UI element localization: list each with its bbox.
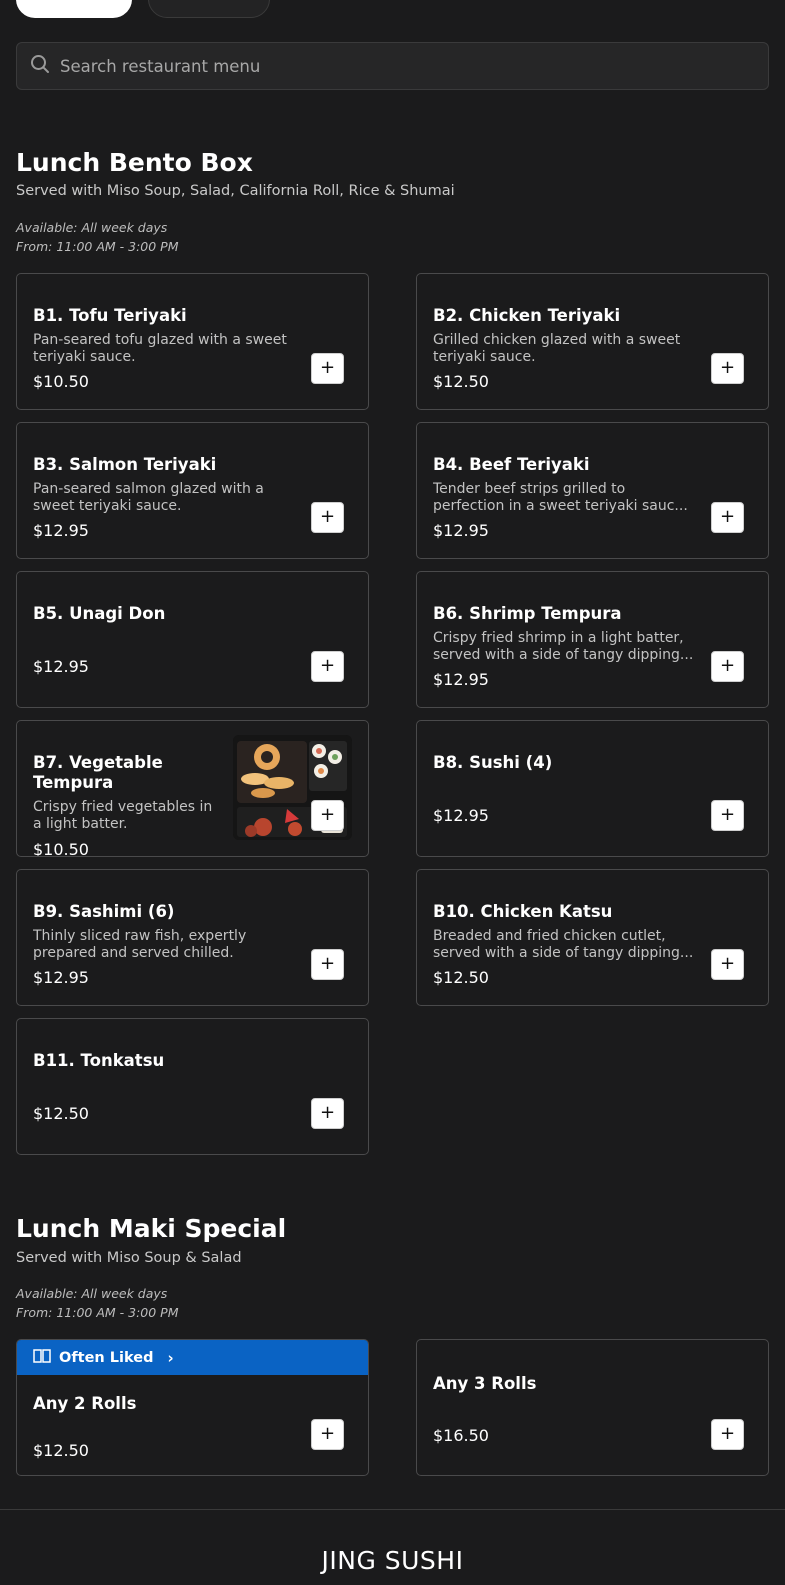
item-name: B6. Shrimp Tempura [433, 604, 622, 623]
add-button[interactable]: + [711, 651, 744, 682]
menu-item-card[interactable]: Often Liked › Any 2 Rolls $12.50 + [16, 1339, 369, 1476]
item-price: $12.50 [33, 1441, 89, 1460]
item-description: Pan-seared salmon glazed with a sweet te… [33, 481, 264, 514]
item-name: B11. Tonkatsu [33, 1051, 165, 1070]
add-button[interactable]: + [711, 1419, 744, 1450]
add-button[interactable]: + [311, 502, 344, 533]
menu-item-card[interactable]: B1. Tofu Teriyaki Pan-seared tofu glazed… [16, 273, 369, 410]
item-name: B7. Vegetable Tempura [33, 753, 163, 792]
availability-days: Available: All week days [16, 1286, 168, 1301]
item-price: $12.95 [33, 521, 89, 540]
item-description: Thinly sliced raw fish, expertly prepare… [33, 928, 247, 961]
item-description: Crispy fried vegetables in a light batte… [33, 799, 213, 832]
add-button[interactable]: + [311, 353, 344, 384]
item-price: $10.50 [33, 840, 89, 857]
category-pills [0, 0, 785, 20]
menu-item-card[interactable]: B3. Salmon Teriyaki Pan-seared salmon gl… [16, 422, 369, 559]
menu-item-card[interactable]: B7. Vegetable Tempura Crispy fried veget… [16, 720, 369, 857]
item-name: B2. Chicken Teriyaki [433, 306, 621, 325]
item-price: $12.95 [33, 968, 89, 987]
availability-days: Available: All week days [16, 220, 168, 235]
item-name: B1. Tofu Teriyaki [33, 306, 187, 325]
menu-item-card[interactable]: B8. Sushi (4) $12.95 + [416, 720, 769, 857]
item-price: $12.95 [433, 521, 489, 540]
category-pill[interactable] [148, 0, 270, 18]
add-button[interactable]: + [311, 800, 344, 831]
often-liked-badge[interactable]: Often Liked › [17, 1340, 368, 1375]
item-description: Crispy fried shrimp in a light batter, s… [433, 630, 694, 663]
menu-item-card[interactable]: B4. Beef Teriyaki Tender beef strips gri… [416, 422, 769, 559]
item-name: Any 3 Rolls [433, 1374, 537, 1393]
search-bar[interactable]: Search restaurant menu [16, 42, 769, 90]
item-description: Pan-seared tofu glazed with a sweet teri… [33, 332, 287, 365]
search-input[interactable]: Search restaurant menu [60, 57, 260, 76]
availability-hours: From: 11:00 AM - 3:00 PM [16, 1305, 179, 1320]
restaurant-brand: JING SUSHI [321, 1546, 464, 1575]
menu-item-card[interactable]: B6. Shrimp Tempura Crispy fried shrimp i… [416, 571, 769, 708]
item-name: B8. Sushi (4) [433, 753, 553, 772]
add-button[interactable]: + [311, 1419, 344, 1450]
add-button[interactable]: + [711, 353, 744, 384]
item-description: Grilled chicken glazed with a sweet teri… [433, 332, 681, 365]
menu-item-card[interactable]: B9. Sashimi (6) Thinly sliced raw fish, … [16, 869, 369, 1006]
item-price: $12.50 [433, 968, 489, 987]
add-button[interactable]: + [711, 949, 744, 980]
badge-label: Often Liked [59, 1349, 154, 1366]
add-button[interactable]: + [311, 651, 344, 682]
item-price: $12.50 [433, 372, 489, 391]
add-button[interactable]: + [311, 1098, 344, 1129]
chevron-right-icon: › [167, 1348, 174, 1367]
add-button[interactable]: + [711, 800, 744, 831]
item-price: $12.95 [433, 670, 489, 689]
item-description: Tender beef strips grilled to perfection… [433, 481, 688, 514]
item-name: B4. Beef Teriyaki [433, 455, 590, 474]
item-name: Any 2 Rolls [33, 1394, 137, 1413]
section-title: Lunch Bento Box [16, 148, 253, 177]
menu-item-card[interactable]: B2. Chicken Teriyaki Grilled chicken gla… [416, 273, 769, 410]
search-icon [30, 54, 50, 78]
item-name: B10. Chicken Katsu [433, 902, 613, 921]
menu-item-card[interactable]: Any 3 Rolls $16.50 + [416, 1339, 769, 1476]
item-name: B3. Salmon Teriyaki [33, 455, 217, 474]
menu-item-card[interactable]: B10. Chicken Katsu Breaded and fried chi… [416, 869, 769, 1006]
item-name: B5. Unagi Don [33, 604, 166, 623]
menu-item-card[interactable]: B5. Unagi Don $12.95 + [16, 571, 369, 708]
item-price: $12.50 [33, 1104, 89, 1123]
add-button[interactable]: + [711, 502, 744, 533]
add-button[interactable]: + [311, 949, 344, 980]
item-name: B9. Sashimi (6) [33, 902, 175, 921]
footer-divider [0, 1509, 785, 1510]
item-price: $12.95 [33, 657, 89, 676]
item-price: $10.50 [33, 372, 89, 391]
item-price: $16.50 [433, 1426, 489, 1445]
section-description: Served with Miso Soup, Salad, California… [16, 183, 455, 199]
menu-item-card[interactable]: B11. Tonkatsu $12.50 + [16, 1018, 369, 1155]
availability-hours: From: 11:00 AM - 3:00 PM [16, 239, 179, 254]
section-description: Served with Miso Soup & Salad [16, 1250, 242, 1266]
thumbs-up-icon [33, 1348, 51, 1368]
item-price: $12.95 [433, 806, 489, 825]
item-description: Breaded and fried chicken cutlet, served… [433, 928, 694, 961]
section-title: Lunch Maki Special [16, 1214, 287, 1243]
category-pill-active[interactable] [16, 0, 132, 18]
